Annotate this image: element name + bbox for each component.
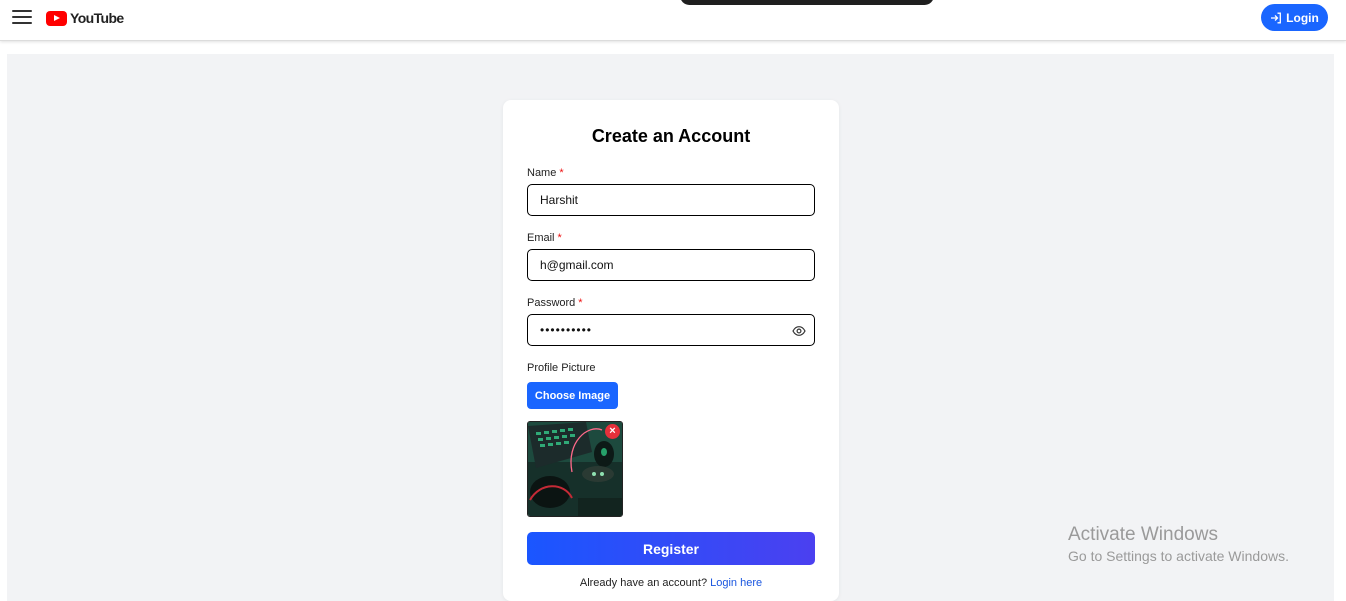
- login-prompt-text: Already have an account?: [579, 577, 708, 589]
- email-label: Email *: [527, 232, 562, 244]
- name-input[interactable]: Harshit: [527, 184, 815, 216]
- notification-pill: [680, 0, 934, 5]
- password-value: ••••••••••: [540, 323, 593, 337]
- register-card: Create an Account Name * Harshit Email * h…: [503, 100, 839, 601]
- email-input[interactable]: h@gmail.com: [527, 249, 815, 281]
- register-button[interactable]: Register: [527, 532, 815, 565]
- login-icon: [1271, 12, 1282, 23]
- required-mark: *: [559, 167, 564, 179]
- watermark-title: Activate Windows: [1068, 524, 1218, 545]
- logo-text: YouTube: [70, 10, 124, 26]
- required-mark: *: [557, 232, 562, 244]
- top-bar: YouTube Login: [0, 0, 1346, 41]
- activate-windows-watermark: Activate Windows Go to Settings to activ…: [1068, 524, 1289, 564]
- required-mark: *: [578, 297, 583, 309]
- page-title: Create an Account: [591, 126, 751, 146]
- password-input[interactable]: ••••••••••: [527, 314, 815, 346]
- remove-image-icon[interactable]: ×: [605, 424, 620, 439]
- email-value: h@gmail.com: [540, 258, 614, 272]
- password-label: Password *: [527, 297, 583, 309]
- eye-icon[interactable]: [792, 324, 806, 338]
- choose-image-button[interactable]: Choose Image: [527, 382, 618, 409]
- profile-picture-label: Profile Picture: [527, 362, 596, 374]
- name-value: Harshit: [540, 193, 579, 207]
- youtube-logo[interactable]: YouTube: [46, 10, 124, 26]
- login-here-link[interactable]: Login here: [710, 577, 762, 589]
- name-label: Name *: [527, 167, 564, 179]
- login-button[interactable]: Login: [1261, 4, 1328, 31]
- watermark-subtitle: Go to Settings to activate Windows.: [1068, 548, 1289, 564]
- login-label: Login: [1286, 10, 1319, 25]
- login-prompt: Already have an account? Login here: [503, 577, 839, 589]
- hamburger-menu-icon[interactable]: [12, 10, 32, 26]
- youtube-play-icon: [46, 10, 67, 26]
